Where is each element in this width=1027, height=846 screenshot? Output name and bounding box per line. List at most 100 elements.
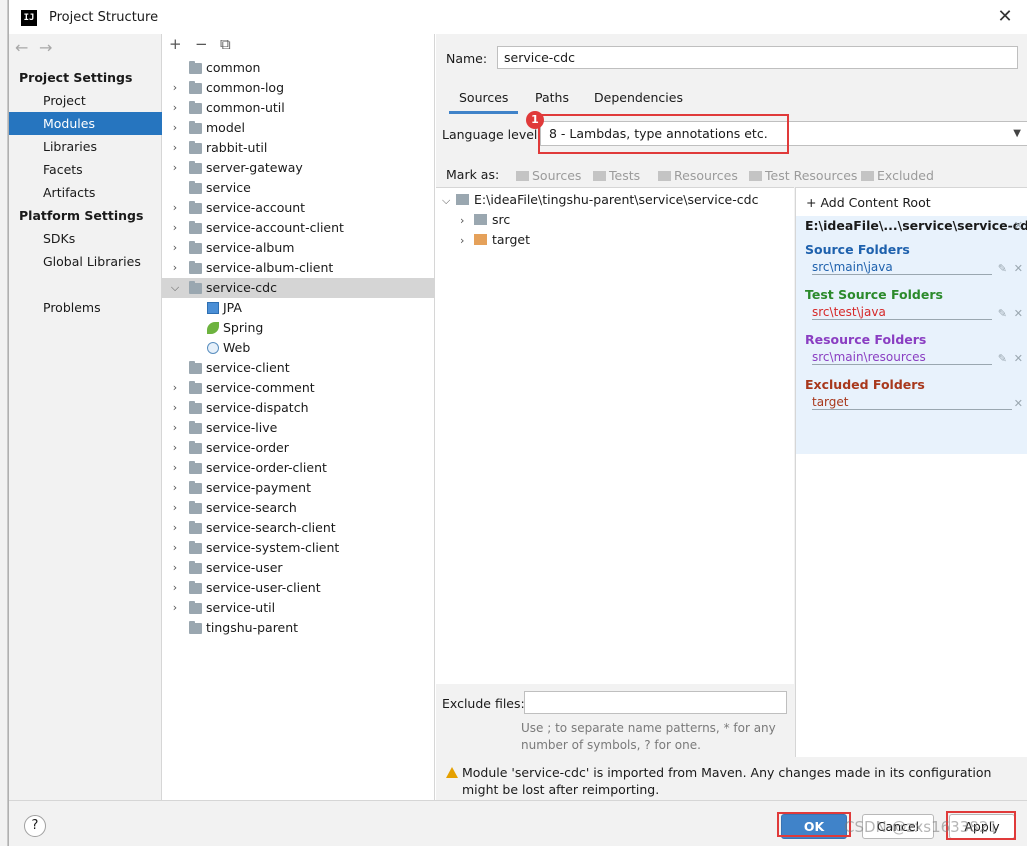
nav-item-sdks[interactable]: SDKs: [9, 227, 162, 250]
nav-heading-platform-settings: Platform Settings: [19, 208, 144, 223]
tree-module-item[interactable]: service-client: [162, 358, 435, 378]
tree-module-item[interactable]: › service-order: [162, 438, 435, 458]
module-folder-icon: [189, 481, 202, 494]
chevron-right-icon[interactable]: ›: [170, 198, 180, 218]
mark-as-excluded[interactable]: Excluded: [861, 168, 934, 183]
close-button[interactable]: ✕: [996, 8, 1014, 26]
content-row-src[interactable]: › src: [460, 210, 510, 230]
tree-module-item[interactable]: common: [162, 58, 435, 78]
forward-arrow-icon[interactable]: →: [39, 38, 63, 57]
nav-item-artifacts[interactable]: Artifacts: [9, 181, 162, 204]
tree-module-item[interactable]: › service-user-client: [162, 578, 435, 598]
tree-facet-item[interactable]: JPA: [162, 298, 435, 318]
nav-item-modules[interactable]: Modules: [9, 112, 162, 135]
module-folder-icon: [189, 541, 202, 554]
remove-root-icon[interactable]: ✕: [1014, 219, 1023, 232]
help-button[interactable]: ?: [24, 815, 46, 837]
tree-module-item[interactable]: service: [162, 178, 435, 198]
edit-pencil-icon[interactable]: ✎: [998, 262, 1007, 275]
chevron-right-icon[interactable]: ›: [170, 558, 180, 578]
name-field[interactable]: service-cdc: [497, 46, 1018, 69]
chevron-right-icon[interactable]: ›: [170, 118, 180, 138]
remove-icon[interactable]: −: [195, 35, 208, 53]
tree-module-item[interactable]: › common-log: [162, 78, 435, 98]
exclude-files-input[interactable]: [524, 691, 787, 714]
tree-module-item[interactable]: › service-search-client: [162, 518, 435, 538]
nav-item-problems[interactable]: Problems: [9, 296, 162, 319]
chevron-down-icon[interactable]: ⌵: [170, 278, 180, 298]
edit-pencil-icon[interactable]: ✎: [998, 352, 1007, 365]
remove-folder-icon[interactable]: ✕: [1014, 307, 1023, 320]
nav-item-libraries[interactable]: Libraries: [9, 135, 162, 158]
edit-pencil-icon[interactable]: ✎: [998, 307, 1007, 320]
chevron-right-icon[interactable]: ›: [460, 231, 474, 251]
nav-item-facets[interactable]: Facets: [9, 158, 162, 181]
remove-folder-icon[interactable]: ✕: [1014, 352, 1023, 365]
tree-module-item[interactable]: › server-gateway: [162, 158, 435, 178]
tree-module-item[interactable]: › service-user: [162, 558, 435, 578]
tree-module-item[interactable]: › service-util: [162, 598, 435, 618]
tree-module-item[interactable]: tingshu-parent: [162, 618, 435, 638]
mark-as-tests[interactable]: Tests: [593, 168, 640, 183]
watermark: CSDN @zxs1633821: [844, 818, 998, 836]
tree-module-item[interactable]: › model: [162, 118, 435, 138]
add-icon[interactable]: +: [169, 35, 182, 53]
tree-module-item[interactable]: › common-util: [162, 98, 435, 118]
tree-facet-item[interactable]: Web: [162, 338, 435, 358]
chevron-down-icon[interactable]: ⌵: [442, 191, 456, 211]
tree-module-item[interactable]: › service-system-client: [162, 538, 435, 558]
back-arrow-icon[interactable]: ←: [15, 38, 39, 57]
chevron-right-icon[interactable]: ›: [170, 478, 180, 498]
tree-module-item[interactable]: › rabbit-util: [162, 138, 435, 158]
tree-module-item[interactable]: › service-payment: [162, 478, 435, 498]
module-folder-icon: [189, 621, 202, 634]
chevron-right-icon[interactable]: ›: [170, 98, 180, 118]
chevron-right-icon[interactable]: ›: [170, 518, 180, 538]
chevron-right-icon[interactable]: ›: [170, 498, 180, 518]
mark-as-sources[interactable]: Sources: [516, 168, 581, 183]
chevron-right-icon[interactable]: ›: [170, 398, 180, 418]
content-root-row[interactable]: ⌵ E:\ideaFile\tingshu-parent\service\serv…: [442, 190, 758, 210]
tree-item-label: JPA: [223, 300, 242, 315]
chevron-right-icon[interactable]: ›: [170, 78, 180, 98]
chevron-right-icon[interactable]: ›: [170, 538, 180, 558]
tree-module-item[interactable]: › service-account: [162, 198, 435, 218]
chevron-right-icon[interactable]: ›: [170, 378, 180, 398]
add-content-root-button[interactable]: + Add Content Root: [806, 195, 931, 210]
remove-folder-icon[interactable]: ✕: [1014, 397, 1023, 410]
tree-module-item[interactable]: › service-live: [162, 418, 435, 438]
tree-module-item[interactable]: › service-dispatch: [162, 398, 435, 418]
test-folder-entry: src\test\java: [812, 305, 992, 320]
chevron-right-icon[interactable]: ›: [170, 598, 180, 618]
tab-dependencies[interactable]: Dependencies: [584, 86, 693, 114]
chevron-right-icon[interactable]: ›: [170, 458, 180, 478]
mark-as-resources[interactable]: Resources: [658, 168, 738, 183]
content-row-target[interactable]: › target: [460, 230, 530, 250]
tree-module-item[interactable]: › service-order-client: [162, 458, 435, 478]
chevron-right-icon[interactable]: ›: [170, 138, 180, 158]
chevron-right-icon[interactable]: ›: [170, 578, 180, 598]
nav-item-project[interactable]: Project: [9, 89, 162, 112]
tree-item-label: service-live: [206, 420, 278, 435]
chevron-right-icon[interactable]: ›: [170, 438, 180, 458]
tree-facet-item[interactable]: Spring: [162, 318, 435, 338]
nav-item-global-libraries[interactable]: Global Libraries: [9, 250, 162, 273]
tab-sources[interactable]: Sources: [449, 86, 519, 114]
chevron-right-icon[interactable]: ›: [170, 158, 180, 178]
tree-module-item[interactable]: › service-comment: [162, 378, 435, 398]
tree-module-item[interactable]: › service-album-client: [162, 258, 435, 278]
tree-module-item[interactable]: › service-account-client: [162, 218, 435, 238]
chevron-right-icon[interactable]: ›: [460, 211, 474, 231]
tree-module-item[interactable]: › service-album: [162, 238, 435, 258]
chevron-down-icon: ▼: [1013, 128, 1021, 139]
tree-module-item[interactable]: › service-search: [162, 498, 435, 518]
chevron-right-icon[interactable]: ›: [170, 218, 180, 238]
chevron-right-icon[interactable]: ›: [170, 258, 180, 278]
mark-as-test-resources[interactable]: Test Resources: [749, 168, 857, 183]
remove-folder-icon[interactable]: ✕: [1014, 262, 1023, 275]
copy-icon[interactable]: ⧉: [220, 35, 231, 53]
tree-module-item[interactable]: ⌵ service-cdc: [162, 278, 435, 298]
chevron-right-icon[interactable]: ›: [170, 418, 180, 438]
chevron-right-icon[interactable]: ›: [170, 238, 180, 258]
tab-paths[interactable]: Paths: [525, 86, 579, 114]
